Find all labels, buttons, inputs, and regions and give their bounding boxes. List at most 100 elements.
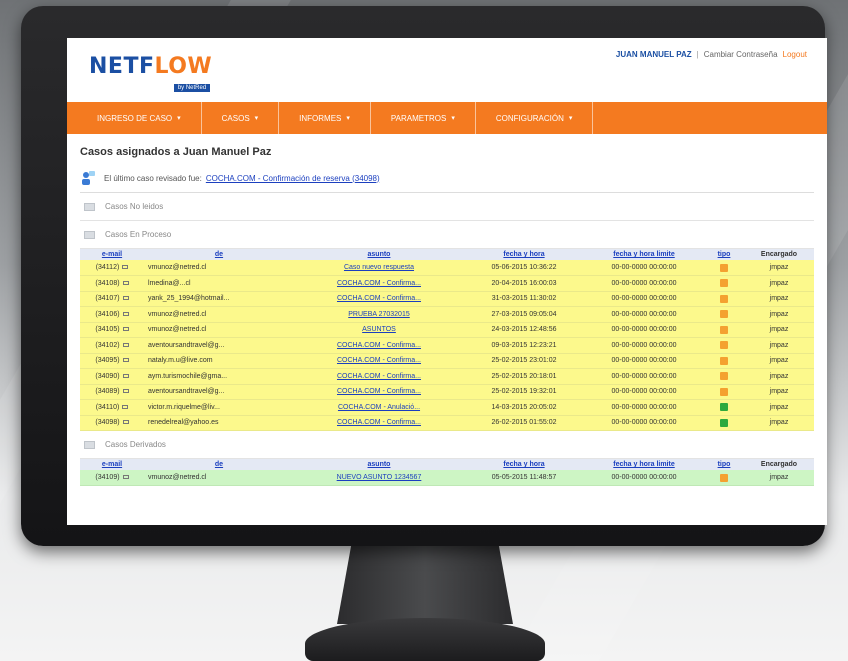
case-type-orange-icon[interactable]	[720, 279, 728, 288]
case-id-cell[interactable]: (34090)	[80, 368, 144, 385]
mail-icon	[122, 404, 129, 409]
table-row[interactable]: (34112) vmunoz@netred.cl Caso nuevo respue…	[80, 260, 814, 276]
col-subject[interactable]: asunto	[294, 249, 464, 260]
table-row[interactable]: (34089) aventoursandtravel@g... COCHA.COM …	[80, 384, 814, 400]
chevron-down-icon: ▾	[568, 115, 573, 122]
table-row[interactable]: (34090) aym.turismochile@gma... COCHA.COM …	[80, 368, 814, 385]
case-id-cell[interactable]: (34106)	[80, 306, 144, 323]
case-id-cell[interactable]: (34110)	[80, 399, 144, 416]
subject-cell: NUEVO ASUNTO 1234567	[294, 470, 464, 486]
col-type[interactable]: tipo	[704, 249, 744, 260]
case-id-cell[interactable]: (34098)	[80, 415, 144, 431]
from-cell: nataly.m.u@live.com	[144, 353, 294, 369]
case-id-cell[interactable]: (34109)	[80, 470, 144, 486]
from-cell: vmunoz@netred.cl	[144, 322, 294, 338]
subject-link[interactable]: NUEVO ASUNTO 1234567	[337, 474, 422, 481]
subject-cell: COCHA.COM - Confirma...	[294, 337, 464, 354]
nav-casos[interactable]: CASOS ▾	[202, 102, 280, 134]
logo-main-text: NETF	[89, 54, 155, 79]
deadline-cell: 00-00-0000 00:00:00	[584, 306, 704, 323]
table-row[interactable]: (34107) yank_25_1994@hotmail... COCHA.COM …	[80, 291, 814, 307]
table-row[interactable]: (34095) nataly.m.u@live.com COCHA.COM - Co…	[80, 353, 814, 369]
case-type-orange-icon[interactable]	[720, 263, 728, 272]
case-id-cell[interactable]: (34107)	[80, 291, 144, 307]
subject-link[interactable]: ASUNTOS	[362, 326, 396, 333]
case-type-orange-icon[interactable]	[720, 473, 728, 482]
subject-link[interactable]: COCHA.COM - Confirma...	[337, 373, 421, 380]
datetime-cell: 25-02-2015 19:32:01	[464, 384, 584, 400]
col-datetime[interactable]: fecha y hora	[464, 459, 584, 470]
case-id-cell[interactable]: (34095)	[80, 353, 144, 369]
case-type-orange-icon[interactable]	[720, 341, 728, 350]
nav-configuracion[interactable]: CONFIGURACIÓN ▾	[476, 102, 594, 134]
subject-link[interactable]: COCHA.COM - Confirma...	[337, 357, 421, 364]
type-cell	[704, 368, 744, 385]
subject-link[interactable]: COCHA.COM - Anulació...	[338, 404, 420, 411]
type-cell	[704, 291, 744, 307]
table-row[interactable]: (34108) lmedina@...cl COCHA.COM - Confirma…	[80, 275, 814, 292]
col-deadline[interactable]: fecha y hora limite	[584, 249, 704, 260]
deadline-cell: 00-00-0000 00:00:00	[584, 470, 704, 486]
from-cell: lmedina@...cl	[144, 275, 294, 292]
case-id-cell[interactable]: (34108)	[80, 275, 144, 292]
section-unread[interactable]: Casos No leidos	[80, 193, 814, 221]
datetime-cell: 27-03-2015 09:05:04	[464, 306, 584, 323]
col-datetime[interactable]: fecha y hora	[464, 249, 584, 260]
col-type[interactable]: tipo	[704, 459, 744, 470]
subject-link[interactable]: COCHA.COM - Confirma...	[337, 419, 421, 426]
case-type-green-icon[interactable]	[720, 403, 728, 412]
table-header-row: e-mail de asunto fecha y hora fecha y ho…	[80, 459, 814, 470]
logout-link[interactable]: Logout	[783, 50, 807, 59]
col-from[interactable]: de	[144, 249, 294, 260]
folder-icon	[84, 440, 95, 449]
subject-link[interactable]: COCHA.COM - Confirma...	[337, 280, 421, 287]
col-email[interactable]: e-mail	[80, 459, 144, 470]
subject-link[interactable]: COCHA.COM - Confirma...	[337, 295, 421, 302]
owner-cell: jmpaz	[744, 275, 814, 292]
table-row[interactable]: (34109) vmunoz@netred.cl NUEVO ASUNTO 1234…	[80, 470, 814, 486]
col-email[interactable]: e-mail	[80, 249, 144, 260]
table-row[interactable]: (34105) vmunoz@netred.cl ASUNTOS 24-03-2015…	[80, 322, 814, 338]
subject-link[interactable]: COCHA.COM - Confirma...	[337, 342, 421, 349]
table-row[interactable]: (34102) aventoursandtravel@g... COCHA.COM …	[80, 337, 814, 354]
subject-link[interactable]: PRUEBA 27032015	[348, 311, 410, 318]
case-id-cell[interactable]: (34102)	[80, 337, 144, 354]
nav-informes[interactable]: INFORMES ▾	[279, 102, 371, 134]
case-type-orange-icon[interactable]	[720, 372, 728, 381]
from-cell: aventoursandtravel@g...	[144, 337, 294, 354]
case-type-orange-icon[interactable]	[720, 310, 728, 319]
nav-label: INFORMES	[299, 113, 342, 123]
deadline-cell: 00-00-0000 00:00:00	[584, 399, 704, 416]
owner-cell: jmpaz	[744, 415, 814, 431]
subject-cell: COCHA.COM - Confirma...	[294, 368, 464, 385]
last-case-link[interactable]: COCHA.COM - Confirmación de reserva (340…	[206, 174, 380, 183]
datetime-cell: 09-03-2015 12:23:21	[464, 337, 584, 354]
col-from[interactable]: de	[144, 459, 294, 470]
nav-parametros[interactable]: PARAMETROS ▾	[371, 102, 476, 134]
table-row[interactable]: (34106) vmunoz@netred.cl PRUEBA 27032015 27…	[80, 306, 814, 323]
subject-link[interactable]: Caso nuevo respuesta	[344, 264, 414, 271]
case-id-cell[interactable]: (34089)	[80, 384, 144, 400]
subject-link[interactable]: COCHA.COM - Confirma...	[337, 388, 421, 395]
case-id-cell[interactable]: (34105)	[80, 322, 144, 338]
table-row[interactable]: (34098) renedelreal@yahoo.es COCHA.COM - C…	[80, 415, 814, 431]
owner-cell: jmpaz	[744, 399, 814, 416]
case-id: (34112)	[95, 264, 120, 271]
col-owner: Encargado	[744, 459, 814, 470]
deadline-cell: 00-00-0000 00:00:00	[584, 368, 704, 385]
table-row[interactable]: (34110) victor.m.riquelme@liv... COCHA.COM…	[80, 399, 814, 416]
section-derived[interactable]: Casos Derivados	[80, 431, 814, 459]
nav-ingreso-de-caso[interactable]: INGRESO DE CASO ▾	[77, 102, 202, 134]
case-id-cell[interactable]: (34112)	[80, 260, 144, 276]
case-type-orange-icon[interactable]	[720, 387, 728, 396]
mail-icon	[122, 265, 129, 270]
section-label: Casos No leidos	[105, 202, 164, 211]
case-type-orange-icon[interactable]	[720, 356, 728, 365]
col-subject[interactable]: asunto	[294, 459, 464, 470]
change-password-link[interactable]: Cambiar Contraseña	[704, 50, 778, 59]
case-type-green-icon[interactable]	[720, 418, 728, 427]
case-type-orange-icon[interactable]	[720, 294, 728, 303]
case-type-orange-icon[interactable]	[720, 325, 728, 334]
col-deadline[interactable]: fecha y hora limite	[584, 459, 704, 470]
section-in-process[interactable]: Casos En Proceso	[80, 221, 814, 249]
